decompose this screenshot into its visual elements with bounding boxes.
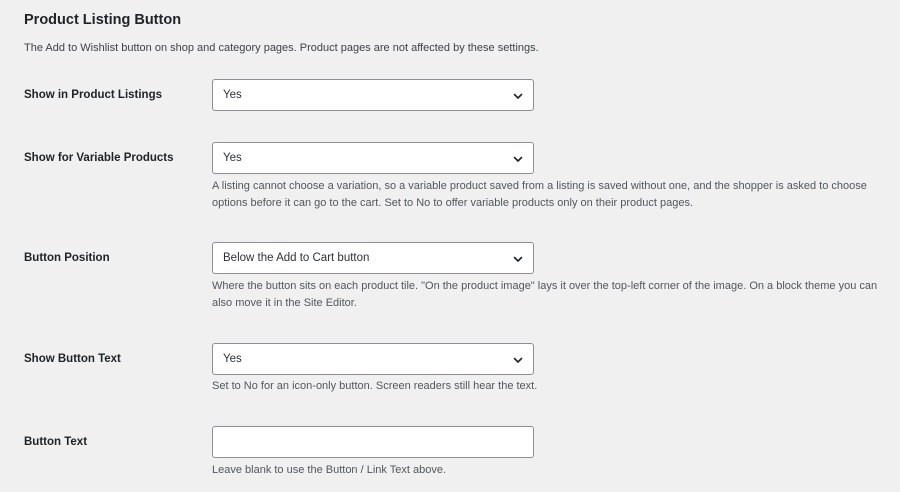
button-position-label: Button Position [24, 252, 110, 264]
chevron-down-icon [513, 256, 523, 262]
section-title: Product Listing Button [24, 12, 182, 28]
button-text-input[interactable] [212, 426, 534, 458]
show-button-text-label: Show Button Text [24, 353, 121, 365]
button-position-help: Where the button sits on each product ti… [212, 280, 878, 309]
show-in-listings-value: Yes [223, 89, 242, 101]
show-button-text-value: Yes [223, 353, 242, 365]
chevron-down-icon [513, 93, 523, 99]
show-in-listings-label: Show in Product Listings [24, 89, 162, 101]
show-for-variable-label: Show for Variable Products [24, 152, 174, 164]
button-text-help: Leave blank to use the Button / Link Tex… [212, 464, 447, 476]
show-for-variable-value: Yes [223, 152, 242, 164]
show-button-text-help: Set to No for an icon-only button. Scree… [212, 380, 538, 392]
chevron-down-icon [513, 156, 523, 162]
chevron-down-icon [513, 357, 523, 363]
button-text-label: Button Text [24, 436, 88, 448]
show-for-variable-help: A listing cannot choose a variation, so … [212, 180, 867, 209]
button-position-value: Below the Add to Cart button [223, 252, 370, 264]
show-in-listings-select[interactable]: Yes [212, 79, 534, 111]
show-button-text-select[interactable]: Yes [212, 343, 534, 375]
settings-page: Product Listing Button The Add to Wishli… [0, 0, 900, 492]
show-for-variable-select[interactable]: Yes [212, 142, 534, 174]
button-position-select[interactable]: Below the Add to Cart button [212, 242, 534, 274]
section-description: The Add to Wishlist button on shop and c… [24, 42, 539, 54]
